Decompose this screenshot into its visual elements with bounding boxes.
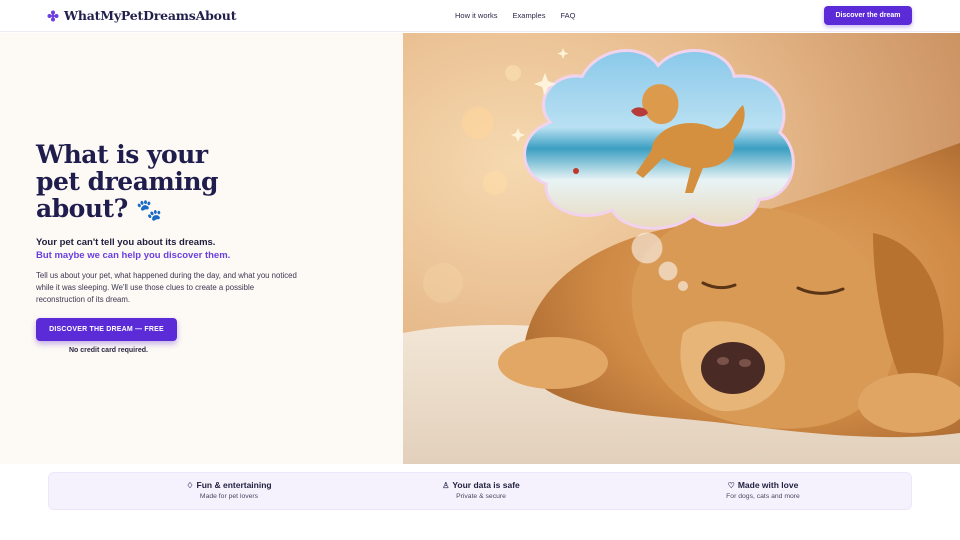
hero-title-line-3: about? bbox=[36, 194, 128, 223]
discover-dream-free-button[interactable]: DISCOVER THE DREAM — FREE bbox=[36, 318, 177, 341]
main-nav: How it works Examples FAQ bbox=[455, 11, 575, 20]
hero-description: Tell us about your pet, what happened du… bbox=[36, 271, 297, 304]
nav-examples[interactable]: Examples bbox=[513, 11, 546, 20]
hero-title-line-1: What is your bbox=[36, 140, 208, 169]
hero-title-line-2: pet dreaming bbox=[36, 167, 219, 196]
nav-how-it-works[interactable]: How it works bbox=[455, 11, 498, 20]
no-credit-card-note: No credit card required. bbox=[69, 347, 148, 354]
hero-section bbox=[0, 33, 403, 464]
site-header: WhatMyPetDreamsAbout How it works Exampl… bbox=[0, 0, 960, 32]
feature-made-with-love: ♡ Made with love For dogs, cats and more bbox=[663, 480, 863, 500]
sparkle-icon: ♢ bbox=[186, 480, 194, 490]
feature-subtitle: Private & secure bbox=[456, 493, 506, 500]
lock-icon: ♙ bbox=[442, 480, 450, 490]
features-bar: ♢ Fun & entertaining Made for pet lovers… bbox=[48, 472, 912, 510]
paw-icon: 🐾 bbox=[135, 197, 162, 222]
brand-name: WhatMyPetDreamsAbout bbox=[64, 8, 237, 23]
hero-title: What is your pet dreaming about? 🐾 bbox=[36, 141, 266, 223]
discover-dream-button[interactable]: Discover the dream bbox=[824, 6, 912, 25]
nav-faq[interactable]: FAQ bbox=[560, 11, 575, 20]
feature-title: Your data is safe bbox=[452, 480, 520, 490]
hero-subtitle-1: Your pet can't tell you about its dreams… bbox=[36, 237, 216, 248]
brand-logo[interactable]: WhatMyPetDreamsAbout bbox=[47, 8, 236, 23]
feature-subtitle: Made for pet lovers bbox=[199, 493, 259, 500]
feature-title: Fun & entertaining bbox=[196, 480, 272, 490]
hero-image-sleeping-dog bbox=[403, 33, 960, 464]
feature-subtitle: For dogs, cats and more bbox=[726, 493, 800, 500]
hero-subtitle-2: But maybe we can help you discover them. bbox=[36, 250, 231, 261]
feature-data-safe: ♙ Your data is safe Private & secure bbox=[381, 480, 581, 500]
heart-icon: ♡ bbox=[727, 480, 735, 490]
feature-title: Made with love bbox=[737, 480, 799, 490]
feature-fun: ♢ Fun & entertaining Made for pet lovers bbox=[129, 480, 329, 500]
paw-cross-icon bbox=[47, 10, 59, 21]
